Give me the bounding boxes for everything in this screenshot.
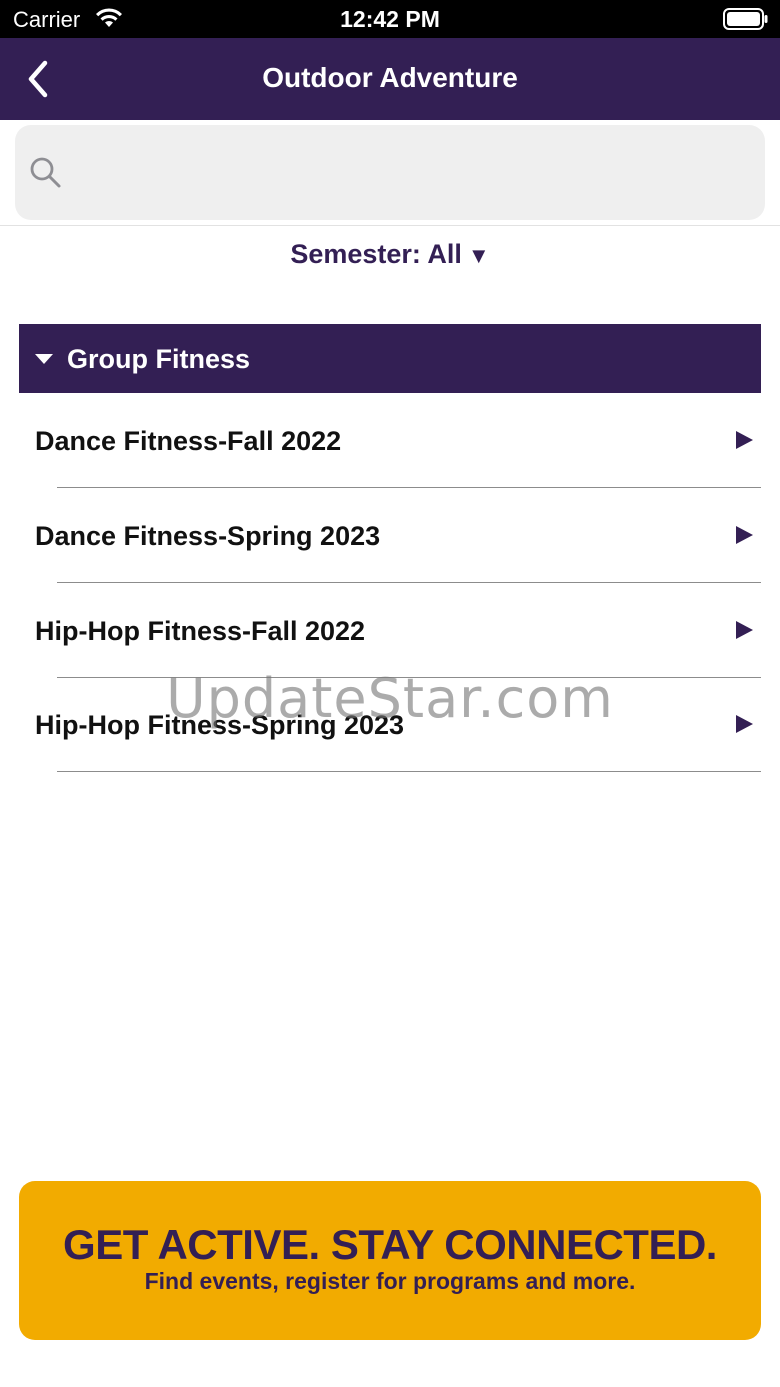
search-area xyxy=(0,120,780,226)
disclosure-triangle-icon xyxy=(35,354,53,364)
list-item-label: Hip-Hop Fitness-Fall 2022 xyxy=(35,616,366,646)
status-bar: Carrier 12:42 PM xyxy=(0,0,780,38)
battery-icon xyxy=(723,8,769,35)
play-arrow-icon xyxy=(736,621,753,639)
semester-filter-label: Semester: All xyxy=(290,239,462,269)
watermark: UpdateStar.com xyxy=(166,667,614,730)
caret-down-icon: ▼ xyxy=(467,243,490,268)
promo-banner[interactable]: GET ACTIVE. STAY CONNECTED. Find events,… xyxy=(19,1181,761,1340)
list-item[interactable]: Dance Fitness-Spring 2023 xyxy=(19,488,761,583)
play-arrow-icon xyxy=(736,526,753,544)
section-title: Group Fitness xyxy=(67,344,251,374)
list-item-label: Dance Fitness-Fall 2022 xyxy=(35,426,342,456)
play-arrow-icon xyxy=(736,431,753,449)
search-bar[interactable] xyxy=(15,125,765,220)
divider xyxy=(57,771,761,772)
list-item-label: Dance Fitness-Spring 2023 xyxy=(35,521,381,551)
navigation-bar: Outdoor Adventure xyxy=(0,38,780,120)
search-input[interactable] xyxy=(77,149,737,195)
semester-filter[interactable]: Semester: All ▼ xyxy=(0,239,780,270)
clock: 12:42 PM xyxy=(340,6,440,32)
list-item[interactable]: Hip-Hop Fitness-Fall 2022 xyxy=(19,583,761,678)
banner-subline: Find events, register for programs and m… xyxy=(144,1268,636,1294)
list-item[interactable]: Dance Fitness-Fall 2022 xyxy=(19,393,761,488)
page-title: Outdoor Adventure xyxy=(262,62,518,93)
section-header-group-fitness[interactable]: Group Fitness xyxy=(19,324,761,393)
banner-headline: GET ACTIVE. STAY CONNECTED. xyxy=(63,1221,717,1268)
search-icon xyxy=(29,156,63,195)
